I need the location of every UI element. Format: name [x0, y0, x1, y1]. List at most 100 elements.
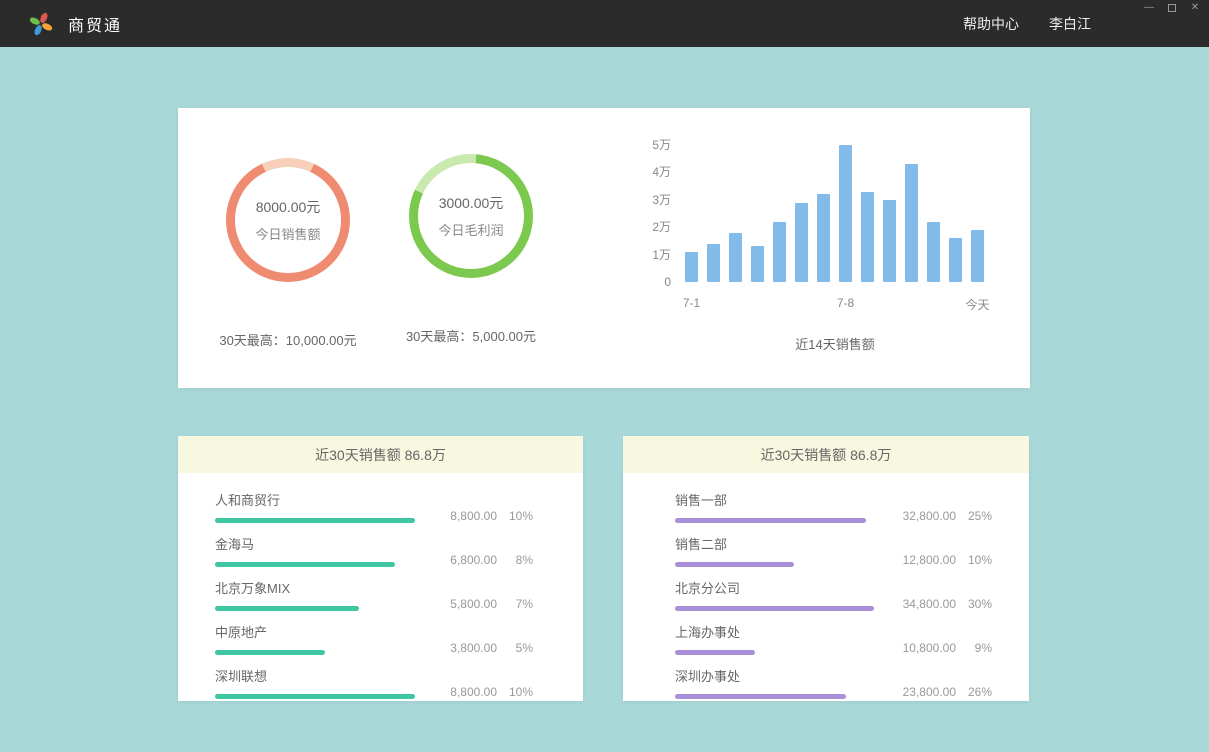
- maximize-icon[interactable]: [1166, 3, 1178, 13]
- sales-bar: [905, 164, 918, 282]
- row-percent: 8%: [497, 553, 533, 567]
- row-bar-track: [215, 518, 415, 523]
- row-amount: 10,800.00: [892, 641, 956, 655]
- row-label: 北京分公司: [675, 578, 874, 597]
- row-amount: 6,800.00: [433, 553, 497, 567]
- row-values: 3,800.005%: [433, 641, 533, 655]
- current-user-link[interactable]: 李白江: [1049, 14, 1091, 34]
- row-percent: 10%: [956, 553, 992, 567]
- row-amount: 23,800.00: [892, 685, 956, 699]
- app-title: 商贸通: [68, 12, 122, 36]
- row-amount: 12,800.00: [892, 553, 956, 567]
- titlebar: 商贸通 帮助中心 李白江 — ✕: [0, 0, 1209, 47]
- row-percent: 30%: [956, 597, 992, 611]
- customer-sales-list: 人和商贸行8,800.0010%金海马6,800.008%北京万象MIX5,80…: [178, 473, 583, 705]
- today-sales-gauge: 8000.00元 今日销售额 30天最高：10,000.00元: [198, 158, 378, 349]
- sales-list-row: 金海马 6,800.008%: [215, 529, 533, 573]
- row-bar-track: [215, 694, 415, 699]
- row-bar-track: [215, 606, 415, 611]
- x-axis-label: 今天: [965, 296, 989, 313]
- row-values: 12,800.0010%: [892, 553, 992, 567]
- sales-bar-chart-xlabels: 7-17-8今天: [685, 296, 985, 312]
- row-bar-track: [215, 650, 415, 655]
- sales-bar: [773, 222, 786, 282]
- sales-bar-chart-bars: [685, 145, 985, 282]
- row-values: 32,800.0025%: [892, 509, 992, 523]
- sales-list-row: 深圳办事处23,800.0026%: [675, 661, 992, 705]
- row-progress-bar: [215, 518, 415, 523]
- sales-bar: [817, 194, 830, 282]
- help-center-link[interactable]: 帮助中心: [963, 14, 1019, 34]
- row-values: 10,800.009%: [892, 641, 992, 655]
- sales-bar-chart-caption: 近14天销售额: [685, 334, 985, 353]
- row-percent: 5%: [497, 641, 533, 655]
- today-sales-donut-ring: 8000.00元 今日销售额: [226, 158, 350, 282]
- row-amount: 8,800.00: [433, 509, 497, 523]
- window-controls: — ✕: [1143, 3, 1201, 13]
- row-percent: 10%: [497, 685, 533, 699]
- sales-bar-chart-ylabels: 5万4万3万2万1万0: [633, 138, 671, 289]
- row-label: 金海马: [215, 534, 415, 553]
- y-axis-label: 1万: [633, 248, 671, 262]
- row-label: 销售二部: [675, 534, 874, 553]
- row-amount: 5,800.00: [433, 597, 497, 611]
- department-sales-list: 销售一部 32,800.0025% 销售二部 12,800.0010% 北京分公司 34,…: [623, 473, 1029, 705]
- row-values: 5,800.007%: [433, 597, 533, 611]
- today-sales-donut-center: 8000.00元 今日销售额: [235, 167, 341, 273]
- sales-list-row: 人和商贸行 8,800.0010%: [215, 485, 533, 529]
- row-progress-bar: [675, 518, 866, 523]
- y-axis-label: 4万: [633, 165, 671, 179]
- row-amount: 34,800.00: [892, 597, 956, 611]
- row-label: 销售一部: [675, 490, 874, 509]
- sales-list-row: 上海办事处 10,800.009%: [675, 617, 992, 661]
- row-label: 上海办事处: [675, 622, 874, 641]
- customer-sales-panel-title: 近30天销售额 86.8万: [178, 436, 583, 473]
- row-label: 人和商贸行: [215, 490, 415, 509]
- today-sales-value: 8000.00元: [256, 197, 321, 217]
- sales-list-row: 中原地产 3,800.005%: [215, 617, 533, 661]
- today-sales-label: 今日销售额: [255, 224, 320, 243]
- row-percent: 25%: [956, 509, 992, 523]
- row-bar-track: [675, 606, 874, 611]
- dashboard-page: { "titlebar": { "app_name": "商贸通", "link…: [0, 0, 1209, 752]
- sales-bar: [751, 246, 764, 282]
- sales-bar: [839, 145, 852, 282]
- sales-list-row: 销售一部 32,800.0025%: [675, 485, 992, 529]
- minimize-icon[interactable]: —: [1143, 3, 1155, 13]
- row-label: 北京万象MIX: [215, 578, 415, 597]
- today-profit-label: 今日毛利润: [438, 220, 503, 239]
- row-values: 8,800.0010%: [433, 509, 533, 523]
- today-profit-value: 3000.00元: [439, 193, 504, 213]
- x-axis-label: 7-8: [837, 296, 854, 310]
- row-progress-bar: [215, 562, 395, 567]
- y-axis-label: 3万: [633, 193, 671, 207]
- sales-list-row: 北京分公司 34,800.0030%: [675, 573, 992, 617]
- close-icon[interactable]: ✕: [1189, 3, 1201, 13]
- sales-list-row: 销售二部 12,800.0010%: [675, 529, 992, 573]
- titlebar-menu: 帮助中心 李白江: [963, 14, 1091, 34]
- row-progress-bar: [215, 650, 325, 655]
- sales-bar: [883, 200, 896, 282]
- row-progress-bar: [675, 606, 874, 611]
- y-axis-label: 0: [633, 275, 671, 289]
- sales-bar: [795, 203, 808, 282]
- row-label: 中原地产: [215, 622, 415, 641]
- sales-14day-bar-chart: 5万4万3万2万1万0 7-17-8今天 近14天销售额: [633, 138, 1013, 373]
- row-progress-bar: [215, 694, 415, 699]
- customer-sales-panel: 近30天销售额 86.8万 人和商贸行8,800.0010%金海马6,800.0…: [178, 436, 583, 701]
- row-bar-track: [675, 562, 874, 567]
- today-profit-gauge: 3000.00元 今日毛利润 30天最高：5,000.00元: [381, 154, 561, 345]
- today-sales-30day-max: 30天最高：10,000.00元: [198, 330, 378, 349]
- overview-card: 8000.00元 今日销售额 30天最高：10,000.00元 3000.00元…: [178, 108, 1030, 388]
- today-profit-donut-ring: 3000.00元 今日毛利润: [409, 154, 533, 278]
- sales-bar: [707, 244, 720, 282]
- sales-bar: [949, 238, 962, 282]
- sales-bar: [729, 233, 742, 282]
- row-values: 34,800.0030%: [892, 597, 992, 611]
- row-bar-track: [675, 694, 874, 699]
- row-values: 23,800.0026%: [892, 685, 992, 699]
- row-percent: 9%: [956, 641, 992, 655]
- row-progress-bar: [675, 694, 846, 699]
- row-progress-bar: [215, 606, 359, 611]
- x-axis-label: 7-1: [683, 296, 700, 310]
